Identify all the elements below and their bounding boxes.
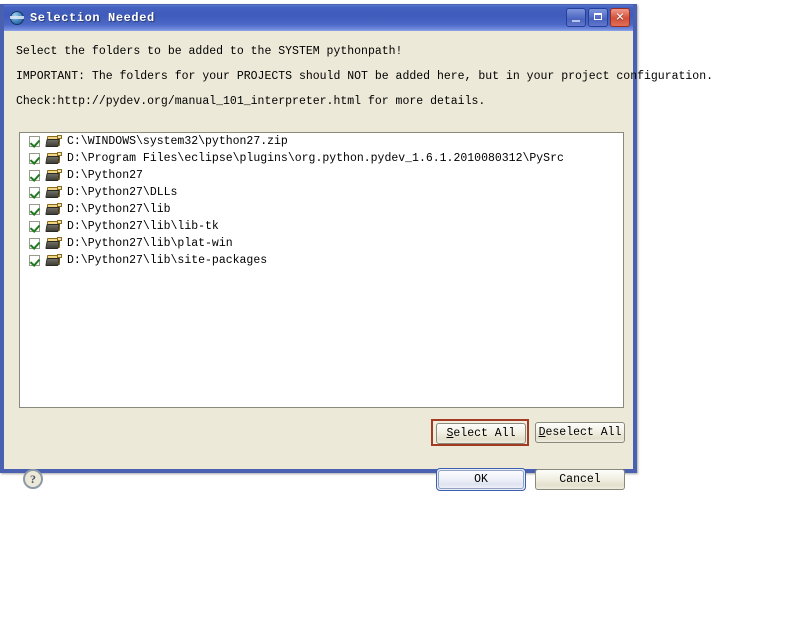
- instruction-line-2: IMPORTANT: The folders for your PROJECTS…: [16, 70, 714, 83]
- list-item-path: D:\Python27: [67, 169, 143, 182]
- list-item[interactable]: D:\Python27: [20, 167, 623, 184]
- folder-icon: [45, 186, 62, 199]
- instruction-line-1: Select the folders to be added to the SY…: [16, 45, 403, 58]
- cancel-button[interactable]: Cancel: [535, 469, 625, 490]
- checkbox-checked-icon[interactable]: [29, 255, 40, 266]
- list-item[interactable]: C:\WINDOWS\system32\python27.zip: [20, 133, 623, 150]
- folder-list[interactable]: C:\WINDOWS\system32\python27.zip D:\Progr…: [19, 132, 624, 408]
- checkbox-checked-icon[interactable]: [29, 204, 40, 215]
- deselect-all-label: eselect All: [545, 426, 622, 439]
- list-item[interactable]: D:\Python27\lib\site-packages: [20, 252, 623, 269]
- help-icon[interactable]: ?: [23, 469, 43, 489]
- list-item-path: D:\Python27\lib\plat-win: [67, 237, 233, 250]
- select-all-focus-ring: Select All: [431, 419, 529, 446]
- list-item-path: D:\Python27\lib: [67, 203, 171, 216]
- checkbox-checked-icon[interactable]: [29, 170, 40, 181]
- folder-icon: [45, 152, 62, 165]
- list-item-path: D:\Python27\DLLs: [67, 186, 178, 199]
- folder-icon: [45, 237, 62, 250]
- deselect-all-button[interactable]: Deselect All: [535, 422, 625, 443]
- close-button[interactable]: ✕: [610, 8, 630, 27]
- minimize-button[interactable]: [566, 8, 586, 27]
- checkbox-checked-icon[interactable]: [29, 238, 40, 249]
- deselect-all-mnemonic: D: [538, 426, 546, 439]
- maximize-button[interactable]: [588, 8, 608, 27]
- window-title: Selection Needed: [30, 11, 155, 25]
- globe-icon: [9, 10, 25, 26]
- window-titlebar[interactable]: Selection Needed ✕: [4, 5, 633, 31]
- select-all-mnemonic: S: [446, 427, 454, 440]
- list-item[interactable]: D:\Python27\lib\plat-win: [20, 235, 623, 252]
- list-item-path: C:\WINDOWS\system32\python27.zip: [67, 135, 288, 148]
- ok-button[interactable]: OK: [438, 470, 524, 489]
- list-item-path: D:\Python27\lib\site-packages: [67, 254, 268, 267]
- folder-icon: [45, 203, 62, 216]
- list-item[interactable]: D:\Python27\lib\lib-tk: [20, 218, 623, 235]
- list-item[interactable]: D:\Python27\lib: [20, 201, 623, 218]
- list-item[interactable]: D:\Python27\DLLs: [20, 184, 623, 201]
- folder-icon: [45, 220, 62, 233]
- list-item-path: D:\Program Files\eclipse\plugins\org.pyt…: [67, 152, 564, 165]
- checkbox-checked-icon[interactable]: [29, 221, 40, 232]
- checkbox-checked-icon[interactable]: [29, 136, 40, 147]
- dialog-body: Select the folders to be added to the SY…: [4, 31, 713, 491]
- folder-icon: [45, 254, 62, 267]
- close-icon: ✕: [615, 11, 625, 23]
- checkbox-checked-icon[interactable]: [29, 153, 40, 164]
- list-item[interactable]: D:\Program Files\eclipse\plugins\org.pyt…: [20, 150, 623, 167]
- select-all-label: elect All: [453, 427, 516, 440]
- folder-icon: [45, 169, 62, 182]
- window-controls: ✕: [566, 8, 630, 27]
- folder-icon: [45, 135, 62, 148]
- select-all-button[interactable]: Select All: [436, 423, 526, 444]
- minimize-icon: [572, 20, 580, 22]
- selection-needed-dialog: Selection Needed ✕ Select the folders to…: [0, 4, 713, 491]
- checkbox-checked-icon[interactable]: [29, 187, 40, 198]
- list-item-path: D:\Python27\lib\lib-tk: [67, 220, 219, 233]
- instruction-line-3: Check:http://pydev.org/manual_101_interp…: [16, 95, 486, 108]
- ok-default-ring: OK: [436, 468, 526, 491]
- maximize-icon: [594, 13, 602, 20]
